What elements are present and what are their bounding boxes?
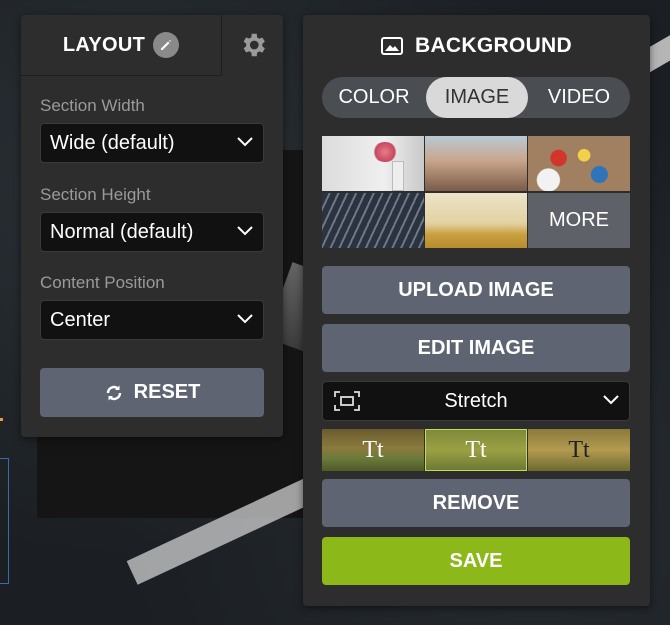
chevron-down-icon [237, 226, 253, 236]
text-style-option-selected[interactable]: Tt [425, 429, 527, 471]
section-frame [0, 458, 9, 584]
section-width-select[interactable]: Wide (default) [40, 123, 264, 163]
image-thumbnail[interactable] [322, 193, 424, 248]
section-width-label: Section Width [40, 96, 145, 115]
flower-shape [372, 142, 398, 162]
image-fit-select[interactable]: Stretch [322, 381, 630, 421]
image-fit-value: Stretch [444, 389, 508, 412]
image-thumbnail[interactable] [528, 136, 630, 191]
reset-button[interactable]: RESET [40, 368, 264, 417]
text-style-option[interactable]: Tt [322, 429, 424, 471]
tab-settings[interactable] [222, 15, 283, 75]
image-thumbnail[interactable] [322, 136, 424, 191]
content-position-select[interactable]: Center [40, 300, 264, 340]
chevron-down-icon [603, 395, 619, 405]
more-label: MORE [549, 209, 609, 231]
section-height-label: Section Height [40, 185, 151, 204]
image-thumbnail[interactable] [425, 136, 527, 191]
chevron-down-icon [237, 314, 253, 324]
tab-layout-label: LAYOUT [62, 33, 146, 56]
content-position-value: Center [50, 308, 111, 331]
tab-layout[interactable]: LAYOUT [21, 15, 222, 76]
refresh-icon [106, 385, 121, 400]
text-style-options: Tt Tt Tt [322, 429, 630, 471]
save-button[interactable]: SAVE [322, 537, 630, 585]
section-height-select[interactable]: Normal (default) [40, 212, 264, 252]
reset-label: RESET [133, 381, 201, 403]
background-type-toggle: COLOR IMAGE VIDEO [322, 77, 630, 118]
background-title: BACKGROUND [303, 33, 650, 59]
remove-button[interactable]: REMOVE [322, 479, 630, 527]
image-icon [381, 37, 403, 55]
section-height-value: Normal (default) [50, 220, 194, 243]
chevron-down-icon [237, 137, 253, 147]
gear-icon [243, 33, 265, 57]
layout-tab-row: LAYOUT [21, 15, 283, 76]
upload-image-button[interactable]: UPLOAD IMAGE [322, 266, 630, 314]
layout-panel: LAYOUT Section Width Wide (default) Sect… [21, 15, 283, 437]
content-position-label: Content Position [40, 273, 165, 292]
section-width-value: Wide (default) [50, 131, 175, 154]
text-style-option[interactable]: Tt [528, 429, 630, 471]
tab-color[interactable]: COLOR [322, 77, 426, 118]
background-panel: BACKGROUND COLOR IMAGE VIDEO MORE UPLOAD… [303, 15, 650, 606]
accent-dot [0, 418, 3, 421]
edit-image-button[interactable]: EDIT IMAGE [322, 324, 630, 372]
tab-image[interactable]: IMAGE [426, 77, 528, 118]
pencil-icon[interactable] [153, 32, 180, 58]
background-title-text: BACKGROUND [415, 34, 572, 57]
vase-shape [392, 161, 404, 191]
more-images-button[interactable]: MORE [528, 193, 630, 248]
image-thumbnail-grid: MORE [322, 136, 630, 248]
tab-video[interactable]: VIDEO [528, 77, 630, 118]
fit-screen-icon [334, 391, 360, 411]
image-thumbnail[interactable] [425, 193, 527, 248]
